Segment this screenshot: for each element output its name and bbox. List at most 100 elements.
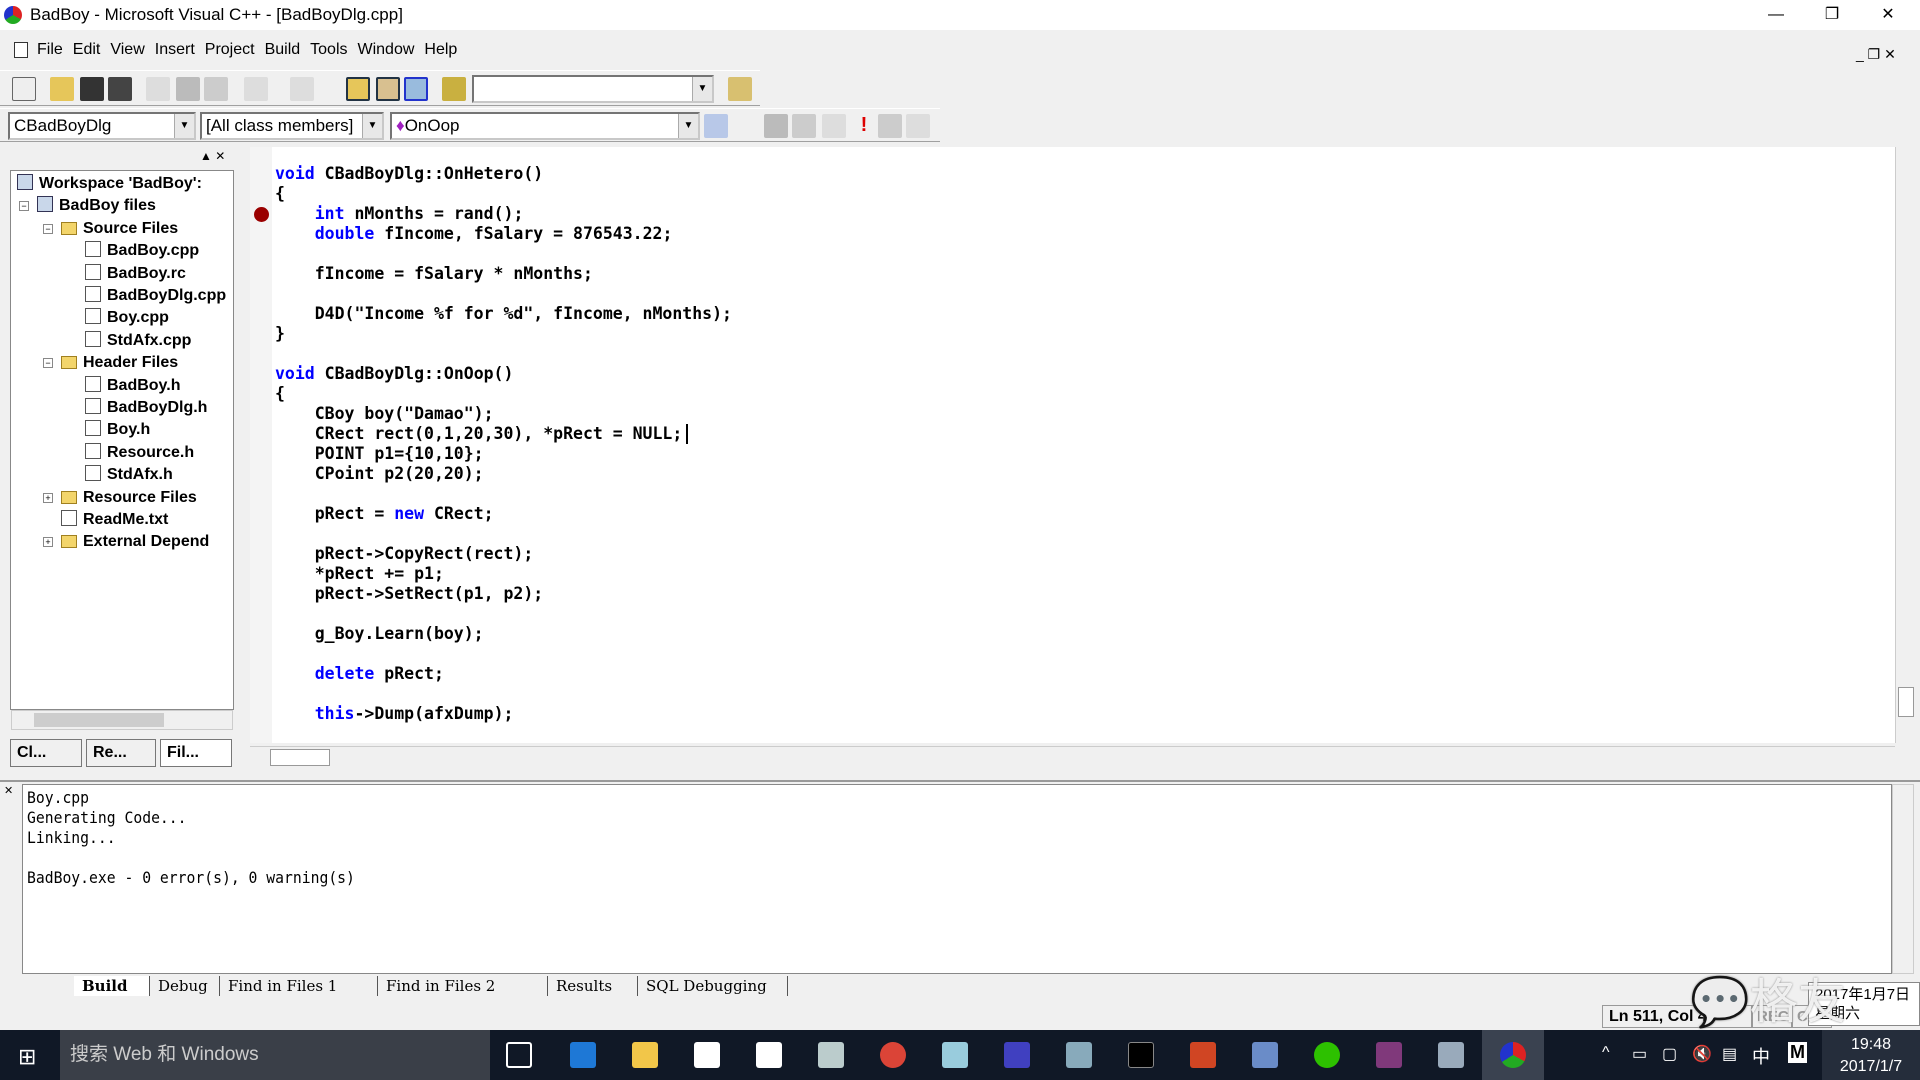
volume-muted-icon[interactable]: 🔇 xyxy=(1692,1044,1712,1064)
app-icon-3[interactable] xyxy=(1004,1042,1030,1068)
chevron-down-icon[interactable]: ▼ xyxy=(362,114,382,138)
code-line[interactable]: void CBadBoyDlg::OnHetero() xyxy=(275,164,543,184)
tree-item[interactable]: Resource Files xyxy=(61,487,197,509)
copy-icon[interactable] xyxy=(176,77,200,101)
undo-icon[interactable] xyxy=(244,77,268,101)
battery-icon[interactable]: ▭ xyxy=(1632,1044,1647,1064)
tree-item[interactable]: Boy.cpp xyxy=(85,307,169,329)
menu-edit[interactable]: Edit xyxy=(68,36,106,64)
tree-item[interactable]: StdAfx.cpp xyxy=(85,330,191,352)
output-tab-sql-debugging[interactable]: SQL Debugging xyxy=(638,976,788,996)
member-combo[interactable]: ♦OnOop ▼ xyxy=(390,112,700,140)
mdi-controls[interactable]: _ ❐ ✕ xyxy=(1856,40,1896,68)
code-line[interactable]: int nMonths = rand(); xyxy=(275,204,524,224)
code-line[interactable]: delete pRect; xyxy=(275,664,444,684)
workspace-tab[interactable]: Fil... xyxy=(160,739,232,767)
code-line[interactable]: pRect->CopyRect(rect); xyxy=(275,544,534,564)
code-line[interactable]: CBoy boy("Damao"); xyxy=(275,404,494,424)
workspace-tab[interactable]: Re... xyxy=(86,739,156,767)
notification-icon[interactable]: ▤ xyxy=(1722,1044,1737,1064)
workspace-toggle-icon[interactable] xyxy=(346,77,370,101)
network-icon[interactable]: ▢ xyxy=(1662,1044,1677,1064)
edge-icon[interactable] xyxy=(570,1042,596,1068)
tree-item[interactable]: External Depend xyxy=(61,531,209,553)
output-tab-debug[interactable]: Debug xyxy=(150,976,220,996)
tray-chevron-icon[interactable]: ^ xyxy=(1602,1044,1610,1062)
store-icon[interactable] xyxy=(694,1042,720,1068)
paste-icon[interactable] xyxy=(204,77,228,101)
filter-combo[interactable]: [All class members] ▼ xyxy=(200,112,384,140)
code-line[interactable]: double fIncome, fSalary = 876543.22; xyxy=(275,224,673,244)
expand-toggle[interactable]: + xyxy=(43,537,53,548)
close-button[interactable]: ✕ xyxy=(1860,0,1916,30)
code-line[interactable]: } xyxy=(275,324,285,344)
tree-item[interactable]: BadBoy.cpp xyxy=(85,240,199,262)
mail-icon[interactable] xyxy=(756,1042,782,1068)
ime-indicator[interactable]: 中 xyxy=(1752,1043,1770,1069)
output-tab-find-in-files-2[interactable]: Find in Files 2 xyxy=(378,976,548,996)
output-vscrollbar[interactable] xyxy=(1892,784,1914,974)
menu-project[interactable]: Project xyxy=(200,36,260,64)
find-in-files-icon[interactable] xyxy=(442,77,466,101)
code-line[interactable]: fIncome = fSalary * nMonths; xyxy=(275,264,593,284)
code-line[interactable]: pRect->SetRect(p1, p2); xyxy=(275,584,543,604)
app-icon-6[interactable] xyxy=(1438,1042,1464,1068)
menu-build[interactable]: Build xyxy=(260,36,306,64)
output-toggle-icon[interactable] xyxy=(376,77,400,101)
app-icon-5[interactable] xyxy=(1252,1042,1278,1068)
expand-toggle[interactable]: − xyxy=(43,223,53,234)
tree-item[interactable]: Boy.h xyxy=(85,419,150,441)
build-icon[interactable] xyxy=(792,114,816,138)
tree-item[interactable]: BadBoyDlg.h xyxy=(85,397,207,419)
editor-hscrollbar[interactable] xyxy=(250,746,1895,768)
chevron-down-icon[interactable]: ▼ xyxy=(678,114,698,138)
find-icon[interactable] xyxy=(728,77,752,101)
app-icon-1[interactable] xyxy=(818,1042,844,1068)
class-combo[interactable]: CBadBoyDlg ▼ xyxy=(8,112,196,140)
tree-item[interactable]: Header Files xyxy=(61,352,178,374)
tree-item[interactable]: BadBoy.rc xyxy=(85,263,186,285)
tree-item[interactable]: BadBoy.h xyxy=(85,375,180,397)
editor-vscrollbar[interactable] xyxy=(1895,147,1917,743)
code-line[interactable]: D4D("Income %f for %d", fIncome, nMonths… xyxy=(275,304,732,324)
output-tab-build[interactable]: Build xyxy=(74,976,150,996)
tree-item[interactable]: BadBoyDlg.cpp xyxy=(85,285,226,307)
code-line[interactable]: pRect = new CRect; xyxy=(275,504,494,524)
tree-item[interactable]: Workspace 'BadBoy': xyxy=(17,173,202,195)
code-line[interactable]: CRect rect(0,1,20,30), *pRect = NULL; xyxy=(275,424,683,444)
code-line[interactable]: POINT p1={10,10}; xyxy=(275,444,484,464)
save-all-icon[interactable] xyxy=(108,77,132,101)
file-explorer-icon[interactable] xyxy=(632,1042,658,1068)
open-icon[interactable] xyxy=(50,77,74,101)
code-editor[interactable]: void CBadBoyDlg::OnHetero(){ int nMonths… xyxy=(250,147,1895,743)
output-tab-results[interactable]: Results xyxy=(548,976,638,996)
code-line[interactable]: void CBadBoyDlg::OnOop() xyxy=(275,364,513,384)
task-view-icon[interactable] xyxy=(506,1042,532,1068)
tree-item[interactable]: Source Files xyxy=(61,218,178,240)
ime-mode[interactable]: M xyxy=(1788,1042,1807,1063)
search-box[interactable]: 搜索 Web 和 Windows xyxy=(60,1030,490,1080)
onenote-icon[interactable] xyxy=(1376,1042,1402,1068)
workspace-tab[interactable]: Cl... xyxy=(10,739,82,767)
app-icon-4[interactable] xyxy=(1066,1042,1092,1068)
wechat-taskbar-icon[interactable] xyxy=(1314,1042,1340,1068)
find-combo[interactable]: ▼ xyxy=(472,75,714,103)
code-line[interactable]: CPoint p2(20,20); xyxy=(275,464,484,484)
expand-toggle[interactable]: − xyxy=(19,201,29,212)
menu-help[interactable]: Help xyxy=(419,36,462,64)
minimize-button[interactable]: — xyxy=(1748,0,1804,30)
code-line[interactable]: g_Boy.Learn(boy); xyxy=(275,624,484,644)
go-icon[interactable] xyxy=(878,114,902,138)
terminal-icon[interactable] xyxy=(1128,1042,1154,1068)
menu-tools[interactable]: Tools xyxy=(305,36,352,64)
powerpoint-icon[interactable] xyxy=(1190,1042,1216,1068)
code-line[interactable]: this->Dump(afxDump); xyxy=(275,704,514,724)
tree-hscrollbar[interactable] xyxy=(11,710,233,730)
breakpoint-hand-icon[interactable] xyxy=(906,114,930,138)
tree-item[interactable]: ReadMe.txt xyxy=(61,509,168,531)
app-icon-2[interactable] xyxy=(942,1042,968,1068)
output-tab-find-in-files-1[interactable]: Find in Files 1 xyxy=(220,976,378,996)
workspace-close-icon[interactable]: ▲ ✕ xyxy=(200,149,225,163)
tree-item[interactable]: StdAfx.h xyxy=(85,464,173,486)
window-list-icon[interactable] xyxy=(404,77,428,101)
